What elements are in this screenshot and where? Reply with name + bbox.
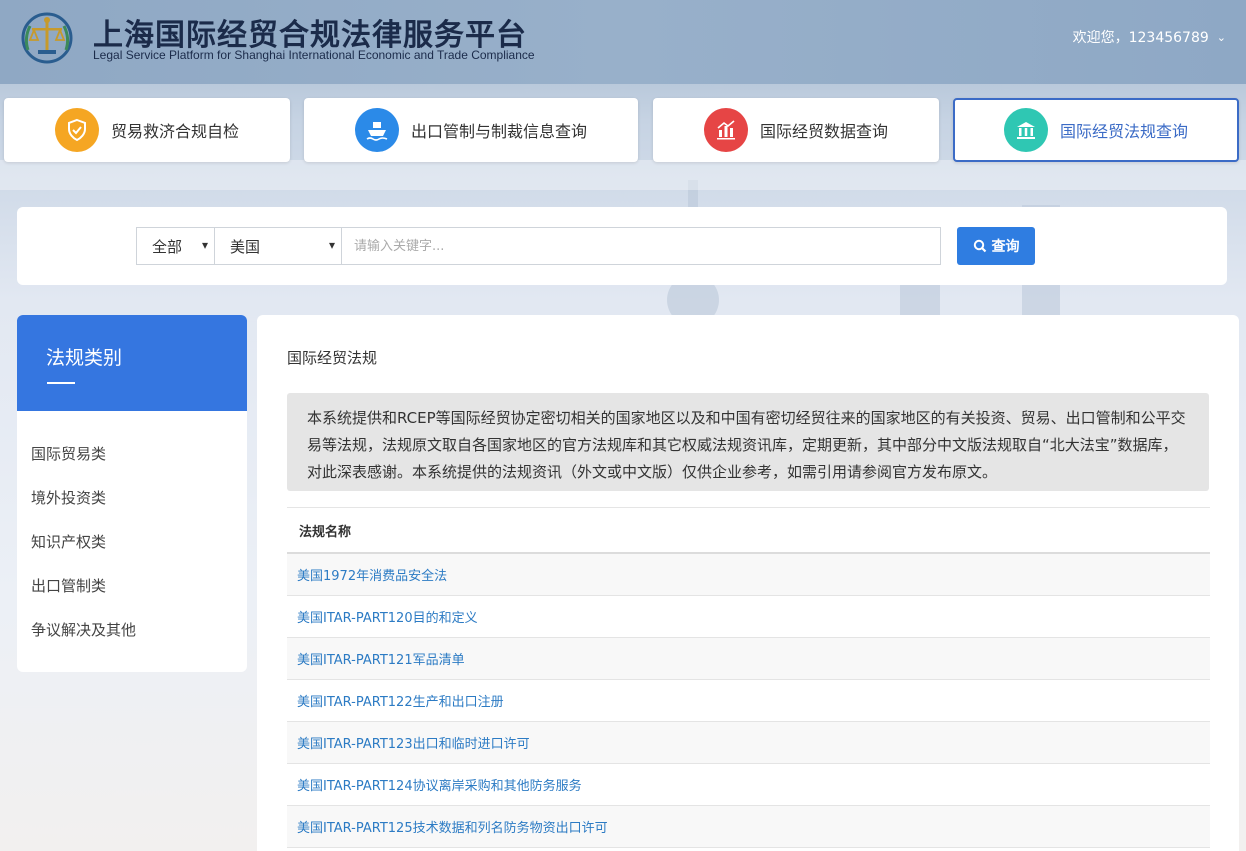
country-select[interactable]: 美国 ▾ xyxy=(214,227,342,265)
main-content: 国际经贸法规 本系统提供和RCEP等国际经贸协定密切相关的国家地区以及和中国有密… xyxy=(257,315,1239,851)
top-header: 上海国际经贸合规法律服务平台 Legal Service Platform fo… xyxy=(0,0,1246,84)
table-header-name: 法规名称 xyxy=(287,507,1210,554)
nav-card-label: 贸易救济合规自检 xyxy=(110,122,239,141)
table-row: 美国1972年消费品安全法 xyxy=(287,554,1210,596)
table-row: 美国ITAR-PART120目的和定义 xyxy=(287,596,1210,638)
nav-card-label: 国际经贸法规查询 xyxy=(1059,122,1188,141)
regulation-link[interactable]: 美国ITAR-PART124协议离岸采购和其他防务服务 xyxy=(297,775,582,794)
table-body: 美国1972年消费品安全法 美国ITAR-PART120目的和定义 美国ITAR… xyxy=(287,554,1210,848)
sidebar-item-intellectual-property[interactable]: 知识产权类 xyxy=(31,531,106,552)
shield-check-icon xyxy=(54,108,99,152)
chevron-down-icon: ▾ xyxy=(328,238,335,252)
ship-icon xyxy=(354,108,399,152)
sidebar-item-outbound-investment[interactable]: 境外投资类 xyxy=(31,487,106,508)
scales-of-justice-logo-icon xyxy=(21,12,73,64)
bank-icon xyxy=(1003,108,1048,152)
regulation-link[interactable]: 美国1972年消费品安全法 xyxy=(297,565,447,584)
table-row: 美国ITAR-PART125技术数据和列名防务物资出口许可 xyxy=(287,806,1210,848)
notice-box: 本系统提供和RCEP等国际经贸协定密切相关的国家地区以及和中国有密切经贸往来的国… xyxy=(287,393,1209,491)
nav-card-label: 出口管制与制裁信息查询 xyxy=(410,122,587,141)
regulation-link[interactable]: 美国ITAR-PART120目的和定义 xyxy=(297,607,478,626)
sidebar-item-export-control[interactable]: 出口管制类 xyxy=(31,575,106,596)
nav-card-label: 国际经贸数据查询 xyxy=(759,122,888,141)
sidebar-item-dispute-resolution[interactable]: 争议解决及其他 xyxy=(31,619,136,640)
chevron-down-icon: ▾ xyxy=(201,238,208,252)
user-greeting: 欢迎您，123456789 xyxy=(1072,30,1209,46)
sidebar-title-underline xyxy=(47,382,75,384)
table-row: 美国ITAR-PART123出口和临时进口许可 xyxy=(287,722,1210,764)
nav-card-trade-law[interactable]: 国际经贸法规查询 xyxy=(953,98,1239,162)
scope-select[interactable]: 全部 ▾ xyxy=(136,227,215,265)
search-panel: 全部 ▾ 美国 ▾ 查询 xyxy=(17,207,1227,285)
sidebar-header: 法规类别 xyxy=(17,315,247,411)
user-menu[interactable]: 欢迎您，123456789 ⌄ xyxy=(1073,27,1226,47)
regulation-link[interactable]: 美国ITAR-PART121军品清单 xyxy=(297,649,465,668)
chevron-down-icon: ⌄ xyxy=(1216,30,1226,44)
regulation-link[interactable]: 美国ITAR-PART122生产和出口注册 xyxy=(297,691,504,710)
site-subtitle: Legal Service Platform for Shanghai Inte… xyxy=(93,48,535,62)
page-title: 国际经贸法规 xyxy=(287,349,378,367)
regulation-link[interactable]: 美国ITAR-PART125技术数据和列名防务物资出口许可 xyxy=(297,817,608,836)
scope-select-value: 全部 xyxy=(152,237,183,256)
nav-card-export-control[interactable]: 出口管制与制裁信息查询 xyxy=(304,98,638,162)
sidebar-title: 法规类别 xyxy=(46,347,123,369)
table-row: 美国ITAR-PART124协议离岸采购和其他防务服务 xyxy=(287,764,1210,806)
keyword-search-input[interactable] xyxy=(341,227,941,265)
category-sidebar: 法规类别 国际贸易类 境外投资类 知识产权类 出口管制类 争议解决及其他 xyxy=(17,315,247,672)
sidebar-item-international-trade[interactable]: 国际贸易类 xyxy=(31,443,106,464)
search-button-label: 查询 xyxy=(991,238,1020,254)
nav-card-trade-data[interactable]: 国际经贸数据查询 xyxy=(653,98,939,162)
nav-card-trade-remedy[interactable]: 贸易救济合规自检 xyxy=(4,98,290,162)
regulation-link[interactable]: 美国ITAR-PART123出口和临时进口许可 xyxy=(297,733,530,752)
regulations-table: 法规名称 美国1972年消费品安全法 美国ITAR-PART120目的和定义 美… xyxy=(287,507,1210,848)
country-select-value: 美国 xyxy=(230,237,261,256)
search-button[interactable]: 查询 xyxy=(957,227,1035,265)
table-row: 美国ITAR-PART121军品清单 xyxy=(287,638,1210,680)
table-row: 美国ITAR-PART122生产和出口注册 xyxy=(287,680,1210,722)
bar-chart-icon xyxy=(703,108,748,152)
search-icon xyxy=(973,239,986,253)
